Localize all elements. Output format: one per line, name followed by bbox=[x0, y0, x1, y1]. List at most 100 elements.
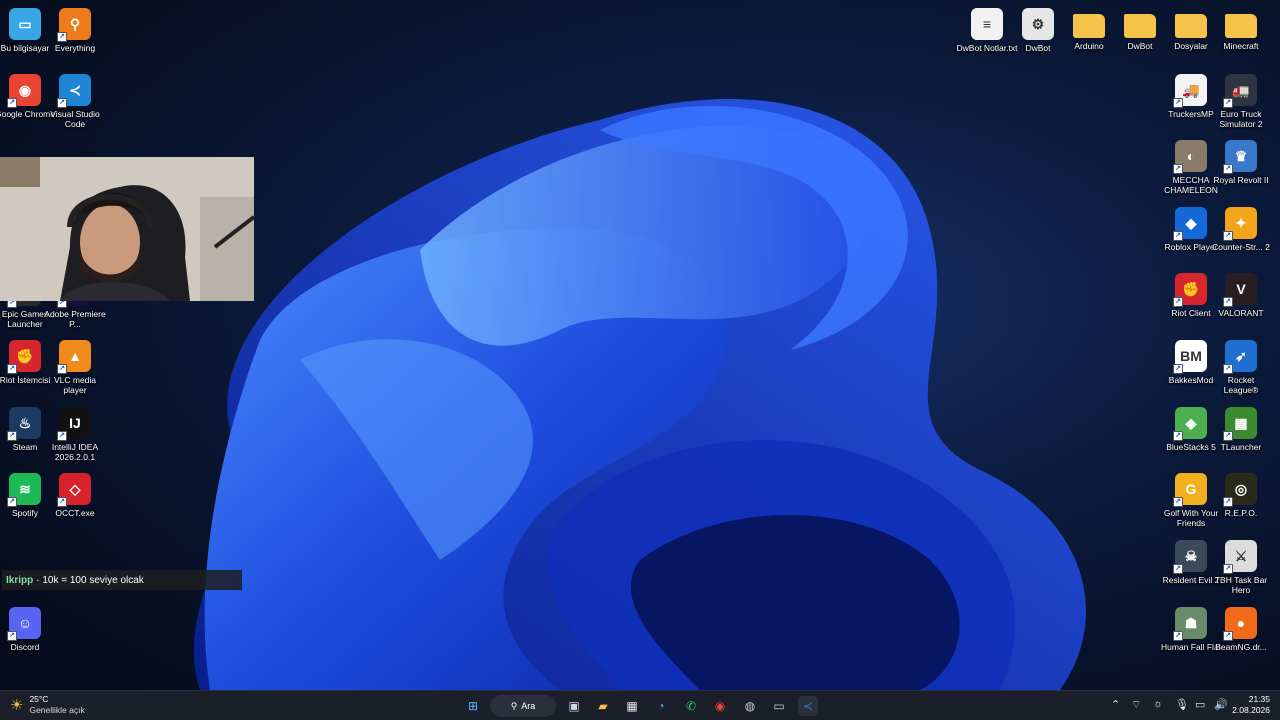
edge-button[interactable]: ◔ bbox=[651, 696, 671, 716]
weather-widget[interactable]: ☀ 25°C Genellikle açık bbox=[10, 694, 85, 716]
right-desktop-icon-3[interactable]: DwBot bbox=[1115, 8, 1165, 51]
show-hidden-icons-chevron-icon[interactable]: ⌃ bbox=[1111, 698, 1120, 711]
volume-icon[interactable]: 🔊 bbox=[1214, 698, 1228, 711]
shortcut-arrow-icon: ↗ bbox=[1223, 297, 1233, 307]
icon-label: Discord bbox=[10, 642, 40, 652]
shortcut-arrow-icon: ↗ bbox=[1173, 564, 1183, 574]
right-desktop-icon-12[interactable]: ✊ ↗ Riot Client bbox=[1166, 273, 1216, 318]
right-desktop-icon-22[interactable]: ☗ ↗ Human Fall Flat bbox=[1161, 607, 1221, 652]
shortcut-arrow-icon: ↗ bbox=[57, 364, 67, 374]
right-desktop-icon-23[interactable]: ● ↗ BeamNG.dr... bbox=[1215, 607, 1267, 652]
right-desktop-icon-20[interactable]: ☠ ↗ Resident Evil 2 bbox=[1163, 540, 1219, 585]
task-view-button[interactable]: ▣ bbox=[564, 696, 584, 716]
icon-label: Adobe Premiere P... bbox=[44, 309, 106, 329]
obs-button[interactable]: ◍ bbox=[740, 696, 760, 716]
right-desktop-icon-17[interactable]: ▦ ↗ TLauncher bbox=[1216, 407, 1266, 452]
valorant-icon: V ↗ bbox=[1223, 273, 1257, 307]
left-desktop-icon-0[interactable]: ▭ Bu bilgisayar bbox=[0, 8, 50, 53]
terminal-button[interactable]: ▭ bbox=[769, 696, 789, 716]
left-desktop-icon-6[interactable]: ✊ ↗ Riot İstemcisi bbox=[0, 340, 50, 385]
right-desktop-icon-16[interactable]: ◈ ↗ BlueStacks 5 bbox=[1166, 407, 1216, 452]
left-desktop-icon-2[interactable]: ◉ ↗ Google Chrome bbox=[0, 74, 55, 119]
right-desktop-icon-4[interactable]: Dosyalar bbox=[1166, 8, 1216, 51]
clock[interactable]: 21:35 2.08.2026 bbox=[1232, 694, 1270, 716]
folder-icon bbox=[1124, 14, 1156, 38]
vscode-button[interactable]: ≺ bbox=[798, 696, 818, 716]
right-desktop-icon-2[interactable]: Arduino bbox=[1064, 8, 1114, 51]
icon-label: Everything bbox=[54, 43, 96, 53]
left-desktop-icon-10[interactable]: ≋ ↗ Spotify bbox=[0, 473, 50, 518]
webcam-overlay bbox=[0, 157, 254, 301]
right-desktop-icon-11[interactable]: ✦ ↗ Counter-Str... 2 bbox=[1212, 207, 1270, 252]
network-icon[interactable]: ⌔ bbox=[1131, 698, 1141, 712]
shortcut-arrow-icon: ↗ bbox=[1173, 364, 1183, 374]
search-box[interactable]: ⚲ Ara bbox=[490, 695, 556, 717]
right-desktop-icon-21[interactable]: ⚔ ↗ TBH Task Bar Hero bbox=[1215, 540, 1267, 595]
shortcut-arrow-icon: ↗ bbox=[1173, 631, 1183, 641]
shortcut-arrow-icon: ↗ bbox=[1223, 631, 1233, 641]
right-desktop-icon-9[interactable]: ♛ ↗ Royal Revolt II bbox=[1213, 140, 1269, 185]
intellij-icon: IJ ↗ bbox=[57, 407, 91, 441]
icon-label: VALORANT bbox=[1218, 308, 1264, 318]
icon-label: Euro Truck Simulator 2 bbox=[1219, 109, 1263, 129]
microphone-icon[interactable]: 🎙 bbox=[1175, 698, 1189, 711]
right-desktop-icon-19[interactable]: ◎ ↗ R.E.P.O. bbox=[1216, 473, 1266, 518]
bakkesmod-icon: BM ↗ bbox=[1173, 340, 1207, 374]
occt-icon: ◇ ↗ bbox=[57, 473, 91, 507]
shortcut-arrow-icon: ↗ bbox=[1173, 431, 1183, 441]
beamng-icon: ● ↗ bbox=[1223, 607, 1257, 641]
folder-icon bbox=[1073, 14, 1105, 38]
shortcut-arrow-icon: ↗ bbox=[57, 98, 67, 108]
left-desktop-icon-12[interactable]: ☺ ↗ Discord bbox=[0, 607, 50, 652]
start-button[interactable]: ⊞ bbox=[463, 696, 483, 716]
left-desktop-icon-3[interactable]: ≺ ↗ Visual Studio Code bbox=[50, 74, 100, 129]
vscode-icon: ≺ ↗ bbox=[57, 74, 91, 108]
right-desktop-icon-0[interactable]: ≡ DwBot Notlar.txt bbox=[957, 8, 1017, 53]
right-desktop-icon-8[interactable]: ◐ ↗ MECCHA CHAMELEON bbox=[1164, 140, 1218, 195]
golf-icon: G ↗ bbox=[1173, 473, 1207, 507]
shortcut-arrow-icon: ↗ bbox=[57, 431, 67, 441]
right-desktop-icon-1[interactable]: ⚙ DwBot bbox=[1013, 8, 1063, 53]
right-desktop-icon-5[interactable]: Minecraft bbox=[1216, 8, 1266, 51]
tlauncher-icon: ▦ ↗ bbox=[1223, 407, 1257, 441]
shortcut-arrow-icon: ↗ bbox=[57, 497, 67, 507]
brightness-icon[interactable]: ☼ bbox=[1153, 698, 1163, 710]
discord-icon: ☺ ↗ bbox=[7, 607, 41, 641]
chat-username: Ikripp bbox=[6, 574, 34, 586]
display-icon[interactable]: ▭ bbox=[1195, 698, 1205, 711]
search-icon: ⚲ bbox=[510, 700, 518, 711]
whatsapp-button[interactable]: ✆ bbox=[681, 696, 701, 716]
left-desktop-icon-11[interactable]: ◇ ↗ OCCT.exe bbox=[50, 473, 100, 518]
right-desktop-icon-13[interactable]: V ↗ VALORANT bbox=[1216, 273, 1266, 318]
left-desktop-icon-8[interactable]: ♨ ↗ Steam bbox=[0, 407, 50, 452]
right-desktop-icon-15[interactable]: ➶ ↗ Rocket League® bbox=[1216, 340, 1266, 395]
config-file-icon: ⚙ bbox=[1022, 8, 1054, 40]
icon-label: Minecraft bbox=[1223, 41, 1259, 51]
left-desktop-icon-1[interactable]: ⚲ ↗ Everything bbox=[50, 8, 100, 53]
right-desktop-icon-18[interactable]: G ↗ Golf With Your Friends bbox=[1164, 473, 1218, 528]
shortcut-arrow-icon: ↗ bbox=[1173, 497, 1183, 507]
shortcut-arrow-icon: ↗ bbox=[1173, 297, 1183, 307]
right-desktop-icon-10[interactable]: ◆ ↗ Roblox Player bbox=[1165, 207, 1217, 252]
weather-condition: Genellikle açık bbox=[29, 705, 85, 715]
clock-time: 21:35 bbox=[1248, 694, 1270, 704]
search-label: Ara bbox=[521, 701, 536, 711]
chat-overlay: Ikripp · 10k = 100 seviye olcak bbox=[2, 570, 242, 590]
right-desktop-icon-14[interactable]: BM ↗ BakkesMod bbox=[1166, 340, 1216, 385]
shortcut-arrow-icon: ↗ bbox=[7, 98, 17, 108]
chrome-button[interactable]: ◉ bbox=[710, 696, 730, 716]
spotify-icon: ≋ ↗ bbox=[7, 473, 41, 507]
file-explorer-button[interactable]: ▰ bbox=[593, 696, 613, 716]
left-desktop-icon-7[interactable]: ▲ ↗ VLC media player bbox=[50, 340, 100, 395]
chrome-icon: ◉ ↗ bbox=[7, 74, 41, 108]
right-desktop-icon-6[interactable]: 🚚 ↗ TruckersMP bbox=[1166, 74, 1216, 119]
icon-label: Counter-Str... 2 bbox=[1212, 242, 1270, 252]
taskbar: ☀ 25°C Genellikle açık ⊞ ▣ ▰ ▦ ◔ ✆ ◉ ◍ ▭ ≺ ⚲ Ara … bbox=[0, 690, 1280, 720]
left-desktop-icon-9[interactable]: IJ ↗ IntelliJ IDEA 2026.2.0.1 bbox=[50, 407, 100, 462]
weather-temperature: 25°C bbox=[29, 694, 49, 704]
icon-label: Rocket League® bbox=[1223, 375, 1259, 395]
chat-message: · 10k = 100 seviye olcak bbox=[36, 574, 144, 586]
right-desktop-icon-7[interactable]: 🚛 ↗ Euro Truck Simulator 2 bbox=[1216, 74, 1266, 129]
icon-label: Royal Revolt II bbox=[1213, 175, 1269, 185]
microsoft-store-button[interactable]: ▦ bbox=[622, 696, 642, 716]
